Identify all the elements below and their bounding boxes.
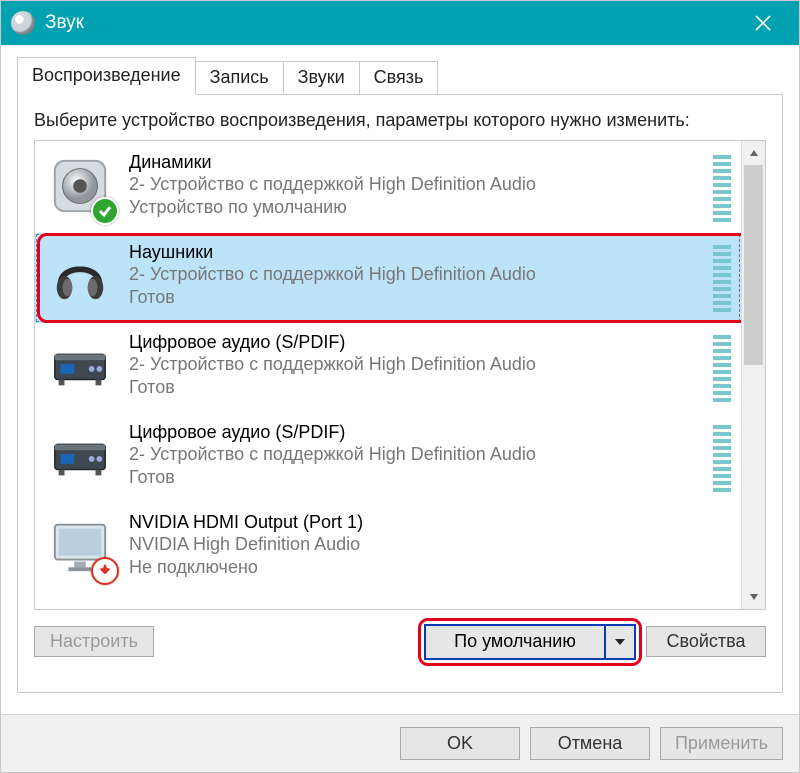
device-text: NVIDIA HDMI Output (Port 1) NVIDIA High … [129, 511, 731, 579]
device-subtitle: 2- Устройство с поддержкой High Definiti… [129, 353, 713, 376]
sound-icon [11, 11, 35, 35]
device-row-speakers[interactable]: Динамики 2- Устройство с поддержкой High… [35, 143, 741, 233]
device-subtitle: NVIDIA High Definition Audio [129, 533, 731, 556]
level-meter [713, 155, 731, 223]
device-text: Наушники 2- Устройство с поддержкой High… [129, 241, 713, 309]
configure-button[interactable]: Настроить [34, 626, 154, 657]
device-row-spdif-2[interactable]: Цифровое аудио (S/PDIF) 2- Устройство с … [35, 413, 741, 503]
tab-recording[interactable]: Запись [195, 61, 284, 94]
scrollbar[interactable] [741, 141, 765, 609]
device-status: Готов [129, 466, 713, 489]
device-list-container: Динамики 2- Устройство с поддержкой High… [34, 140, 766, 610]
device-row-spdif-1[interactable]: Цифровое аудио (S/PDIF) 2- Устройство с … [35, 323, 741, 413]
device-subtitle: 2- Устройство с поддержкой High Definiti… [129, 173, 713, 196]
level-meter [713, 335, 731, 403]
properties-button[interactable]: Свойства [646, 626, 766, 657]
spdif-icon [45, 421, 115, 491]
cancel-button[interactable]: Отмена [530, 727, 650, 760]
tab-communications[interactable]: Связь [359, 61, 439, 94]
device-text: Цифровое аудио (S/PDIF) 2- Устройство с … [129, 331, 713, 399]
device-title: Цифровое аудио (S/PDIF) [129, 331, 713, 354]
device-title: NVIDIA HDMI Output (Port 1) [129, 511, 731, 534]
device-text: Цифровое аудио (S/PDIF) 2- Устройство с … [129, 421, 713, 489]
device-title: Динамики [129, 151, 713, 174]
level-meter [713, 245, 731, 313]
chevron-down-icon[interactable] [606, 626, 634, 658]
scrollbar-thumb[interactable] [744, 165, 763, 365]
tab-sounds[interactable]: Звуки [283, 61, 360, 94]
scroll-down-button[interactable] [742, 585, 765, 609]
device-list: Динамики 2- Устройство с поддержкой High… [35, 141, 741, 609]
set-default-wrap: По умолчанию [424, 624, 636, 660]
unplugged-badge-icon [91, 557, 119, 585]
default-badge-icon [91, 197, 119, 225]
headphones-icon [45, 241, 115, 311]
panel-button-row: Настроить По умолчанию Свойства [34, 624, 766, 660]
device-status: Устройство по умолчанию [129, 196, 713, 219]
spdif-icon [45, 331, 115, 401]
device-status: Не подключено [129, 556, 731, 579]
apply-button[interactable]: Применить [660, 727, 783, 760]
set-default-label: По умолчанию [426, 626, 606, 658]
speaker-icon [45, 151, 115, 221]
monitor-icon [45, 511, 115, 581]
window-title: Звук [45, 12, 735, 34]
close-button[interactable] [735, 1, 791, 45]
dialog-footer: OK Отмена Применить [1, 714, 799, 772]
device-status: Готов [129, 286, 713, 309]
device-row-headphones[interactable]: Наушники 2- Устройство с поддержкой High… [35, 233, 741, 323]
device-subtitle: 2- Устройство с поддержкой High Definiti… [129, 443, 713, 466]
ok-button[interactable]: OK [400, 727, 520, 760]
tab-playback[interactable]: Воспроизведение [17, 57, 196, 95]
dialog-body: Воспроизведение Запись Звуки Связь Выбер… [1, 45, 799, 714]
device-status: Готов [129, 376, 713, 399]
instruction-text: Выберите устройство воспроизведения, пар… [34, 109, 766, 132]
device-title: Наушники [129, 241, 713, 264]
device-text: Динамики 2- Устройство с поддержкой High… [129, 151, 713, 219]
set-default-button[interactable]: По умолчанию [424, 624, 636, 660]
device-row-hdmi[interactable]: NVIDIA HDMI Output (Port 1) NVIDIA High … [35, 503, 741, 593]
device-title: Цифровое аудио (S/PDIF) [129, 421, 713, 444]
level-meter [713, 425, 731, 493]
tab-strip: Воспроизведение Запись Звуки Связь [17, 57, 783, 95]
tab-panel-playback: Выберите устройство воспроизведения, пар… [17, 95, 783, 693]
titlebar: Звук [1, 1, 799, 45]
scroll-up-button[interactable] [742, 141, 765, 165]
device-subtitle: 2- Устройство с поддержкой High Definiti… [129, 263, 713, 286]
